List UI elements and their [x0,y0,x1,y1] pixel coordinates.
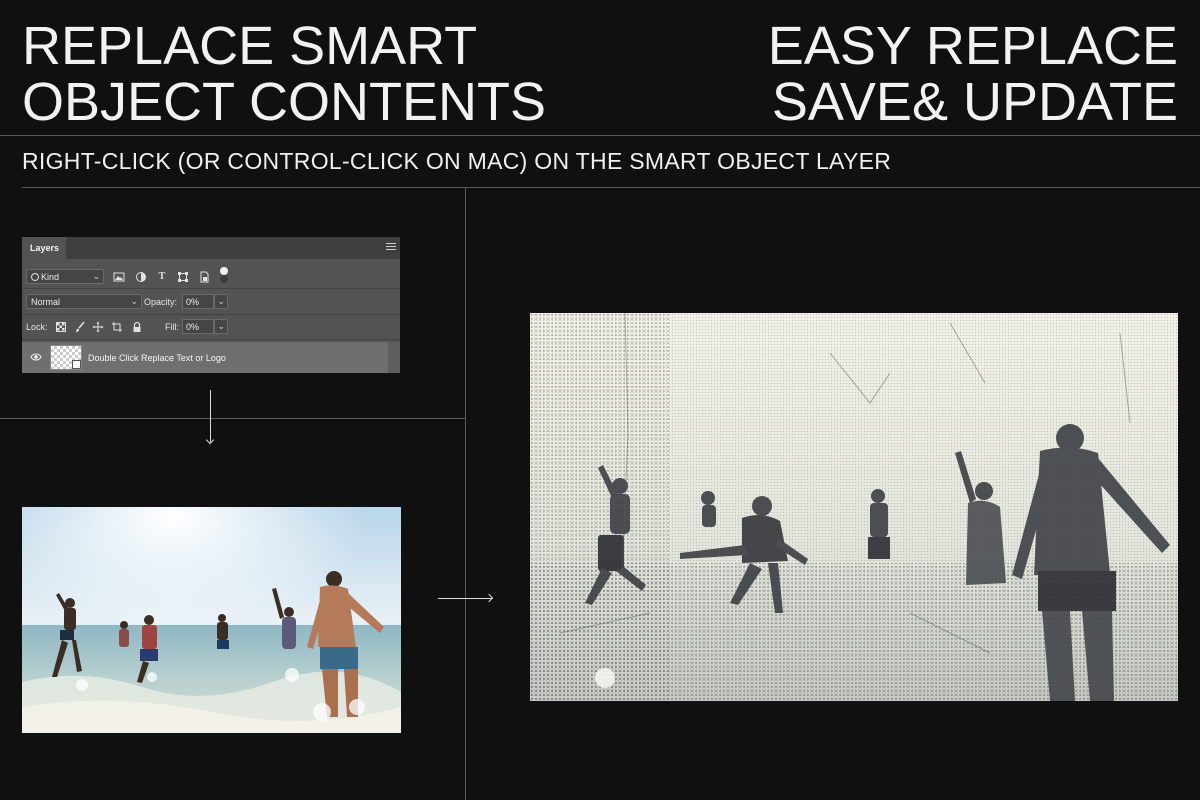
blend-mode-dropdown[interactable]: Normal ⌄ [26,294,142,309]
smart-object-badge-icon [72,360,81,369]
eye-visibility-icon[interactable] [30,352,42,362]
smart-object-icon[interactable] [198,271,210,283]
fill-input[interactable]: 0% [182,319,214,334]
result-grunge-photo [530,313,1178,701]
panel-divider [22,314,400,315]
filter-kind-dropdown[interactable]: Kind ⌄ [26,269,104,284]
layer-name[interactable]: Double Click Replace Text or Logo [88,353,226,363]
fill-slider-button[interactable]: ⌄ [214,319,228,334]
headline-right-line2: SAVE& UPDATE [771,72,1178,132]
tab-layers[interactable]: Layers [22,237,66,259]
layer-thumbnail[interactable] [50,345,82,370]
arrow-down-icon [210,390,211,442]
lock-move-icon[interactable] [92,321,104,333]
panel-divider [22,288,400,289]
lock-label: Lock: [26,322,48,332]
divider-instruction [22,187,1200,188]
adjustment-icon[interactable] [135,271,147,283]
opacity-label: Opacity: [144,297,178,307]
headline-easy-replace: EASY REPLACE SAVE& UPDATE [768,18,1178,130]
instruction-text: RIGHT-CLICK (OR CONTROL-CLICK ON MAC) ON… [22,148,892,174]
opacity-slider-button[interactable]: ⌄ [214,294,228,309]
toggle-dot-icon[interactable] [220,267,228,283]
headline-left-line2: OBJECT CONTENTS [22,72,547,132]
divider-left-mid [0,418,465,419]
panel-scrollbar[interactable] [388,342,400,373]
headline-right-line1: EASY REPLACE [767,16,1178,76]
divider-vertical [465,187,466,800]
chevron-down-icon: ⌄ [217,321,225,331]
blend-mode-value: Normal [31,297,61,307]
search-icon [31,273,39,281]
headline-replace-smart-object: REPLACE SMART OBJECT CONTENTS [22,18,546,130]
lock-all-icon[interactable] [131,321,143,333]
original-beach-photo [22,507,401,733]
image-icon[interactable] [113,271,125,283]
lock-brush-icon[interactable] [74,321,86,333]
headline-left-line1: REPLACE SMART [22,16,478,76]
filter-kind-value: Kind [41,272,60,282]
arrow-right-icon [438,598,492,599]
divider-top [0,135,1200,136]
chevron-down-icon: ⌄ [130,296,138,306]
chevron-down-icon: ⌄ [92,271,100,281]
fill-label: Fill: [165,322,179,332]
opacity-input[interactable]: 0% [182,294,214,309]
lock-artboard-icon[interactable] [111,321,123,333]
layers-panel-tabbar: Layers [22,237,400,259]
layers-panel: Layers Kind ⌄ T Normal ⌄ Opacity: 0% ⌄ L… [22,237,400,373]
panel-menu-icon[interactable] [386,243,396,252]
chevron-down-icon: ⌄ [217,296,225,306]
lock-transparent-icon[interactable] [55,321,67,333]
type-icon[interactable]: T [156,271,168,283]
panel-divider [22,339,400,340]
shape-icon[interactable] [177,271,189,283]
layer-row-smart-object[interactable]: Double Click Replace Text or Logo [22,342,400,373]
